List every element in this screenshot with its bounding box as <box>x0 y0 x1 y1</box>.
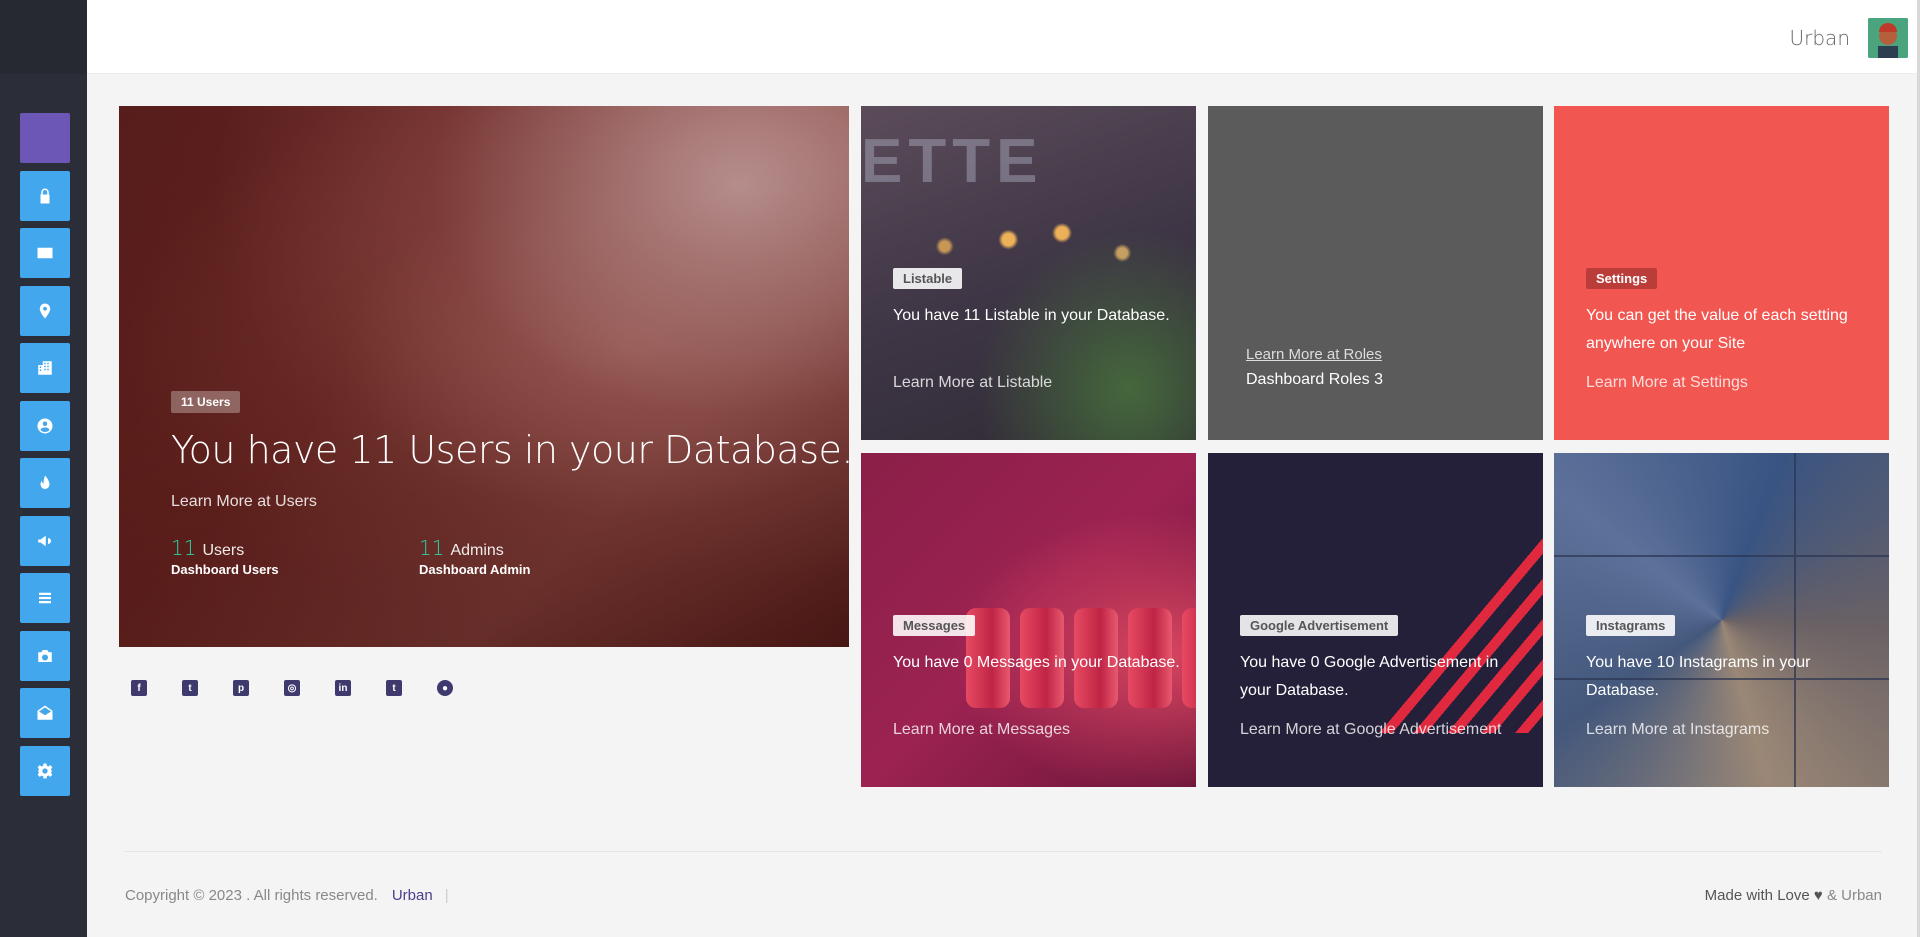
background-sign: ETTE <box>861 127 1044 196</box>
sidebar-item-lock[interactable] <box>20 170 70 221</box>
camera-icon <box>38 649 52 662</box>
messages-text: You have 0 Messages in your Database. <box>893 654 1180 671</box>
listable-text: You have 11 Listable in your Database. <box>893 307 1170 324</box>
instagrams-learn-more-link[interactable]: Learn More at Instagrams <box>1586 721 1769 739</box>
sidebar-nav <box>20 113 70 803</box>
sidebar-logo-area <box>0 0 87 74</box>
list-icon <box>39 592 51 604</box>
stat-label: Users <box>202 542 245 559</box>
stat-value: 11 <box>171 536 197 560</box>
settings-learn-more-link[interactable]: Learn More at Settings <box>1586 374 1748 392</box>
hero-users-card: 11 Users You have 11 Users in your Datab… <box>119 106 849 647</box>
lock-icon <box>40 188 50 203</box>
roles-count-text: Dashboard Roles 3 <box>1246 371 1383 388</box>
top-header: Urban <box>87 0 1920 74</box>
footer-copyright: Copyright © 2023 . All rights reserved. U… <box>125 887 449 904</box>
megaphone-icon <box>38 535 51 546</box>
github-icon[interactable]: ● <box>437 680 453 696</box>
footer-author[interactable]: & Urban <box>1827 887 1882 904</box>
google-advertisement-card: Google Advertisement You have 0 Google A… <box>1208 453 1543 787</box>
facebook-icon[interactable]: f <box>131 680 147 696</box>
listable-tag: Listable <box>893 268 963 289</box>
user-circle-icon <box>37 418 53 433</box>
google-advertisement-tag: Google Advertisement <box>1240 615 1399 636</box>
sidebar-item-advertisement[interactable] <box>20 515 70 566</box>
footer-made-with: Made with Love ♥ & Urban <box>1705 887 1882 904</box>
instagrams-tag: Instagrams <box>1586 615 1676 636</box>
stat-sub-label: Dashboard Admin <box>419 562 531 577</box>
settings-text: You can get the value of each setting an… <box>1586 307 1848 352</box>
sidebar-item-fire[interactable] <box>20 458 70 508</box>
footer-separator: | <box>444 887 449 904</box>
stat-value: 11 <box>419 536 445 560</box>
sidebar-item-settings[interactable] <box>20 745 70 796</box>
avatar[interactable] <box>1868 18 1908 58</box>
sidebar-item-buildings[interactable] <box>20 343 70 393</box>
roles-card: Learn More at Roles Dashboard Roles 3 <box>1208 106 1543 440</box>
messages-tag: Messages <box>893 615 976 636</box>
tumblr-icon[interactable]: t <box>386 680 402 696</box>
settings-tag: Settings <box>1586 268 1658 289</box>
id-card-icon <box>37 247 53 259</box>
hero-tag: 11 Users <box>171 391 241 413</box>
made-with-text: Made with Love <box>1704 887 1810 904</box>
sidebar-item-list[interactable] <box>20 573 70 623</box>
footer-brand-link[interactable]: Urban <box>392 887 433 904</box>
sidebar-item-camera[interactable] <box>20 630 70 681</box>
hero-headline: You have 11 Users in your Database. <box>171 428 849 472</box>
pinterest-icon[interactable]: p <box>233 680 249 696</box>
footer-divider <box>125 851 1882 852</box>
instagrams-text: You have 10 Instagrams in your Database. <box>1586 654 1811 699</box>
map-marker-icon <box>39 303 51 318</box>
building-icon <box>38 361 52 375</box>
sidebar-item-home[interactable] <box>20 113 70 163</box>
stat-sub-label: Dashboard Users <box>171 562 279 577</box>
google-advertisement-learn-more-link[interactable]: Learn More at Google Advertisement <box>1240 721 1501 739</box>
header-user-name[interactable]: Urban <box>1790 26 1851 50</box>
avatar-image <box>1868 18 1908 58</box>
heart-icon: ♥ <box>1813 887 1823 904</box>
fire-icon <box>40 475 50 489</box>
google-advertisement-text: You have 0 Google Advertisement in your … <box>1240 654 1499 699</box>
hero-stat-users[interactable]: 11 Users Dashboard Users <box>171 536 279 577</box>
instagrams-card: Instagrams You have 10 Instagrams in you… <box>1554 453 1889 787</box>
gear-icon <box>37 763 53 778</box>
sidebar-item-messages[interactable] <box>20 688 70 738</box>
social-links: f t p ◎ in t ● <box>131 678 488 698</box>
messages-card: Messages You have 0 Messages in your Dat… <box>861 453 1196 787</box>
stat-label: Admins <box>450 542 504 559</box>
settings-card: Settings You can get the value of each s… <box>1554 106 1889 440</box>
hero-stat-admins[interactable]: 11 Admins Dashboard Admin <box>419 536 530 577</box>
listable-card: ETTE Listable You have 11 Listable in yo… <box>861 106 1196 440</box>
sidebar-item-location[interactable] <box>20 285 70 336</box>
envelope-open-icon <box>37 705 53 720</box>
linkedin-icon[interactable]: in <box>335 680 351 696</box>
hero-learn-more-link[interactable]: Learn More at Users <box>171 493 317 511</box>
listable-learn-more-link[interactable]: Learn More at Listable <box>893 374 1052 392</box>
sidebar <box>0 0 87 937</box>
instagram-icon[interactable]: ◎ <box>284 680 300 696</box>
sidebar-item-users[interactable] <box>20 400 70 451</box>
twitter-icon[interactable]: t <box>182 680 198 696</box>
messages-learn-more-link[interactable]: Learn More at Messages <box>893 721 1070 739</box>
copyright-text: Copyright © 2023 . All rights reserved. <box>125 887 378 904</box>
sidebar-item-id-card[interactable] <box>20 228 70 278</box>
roles-learn-more-link[interactable]: Learn More at Roles <box>1246 346 1382 363</box>
